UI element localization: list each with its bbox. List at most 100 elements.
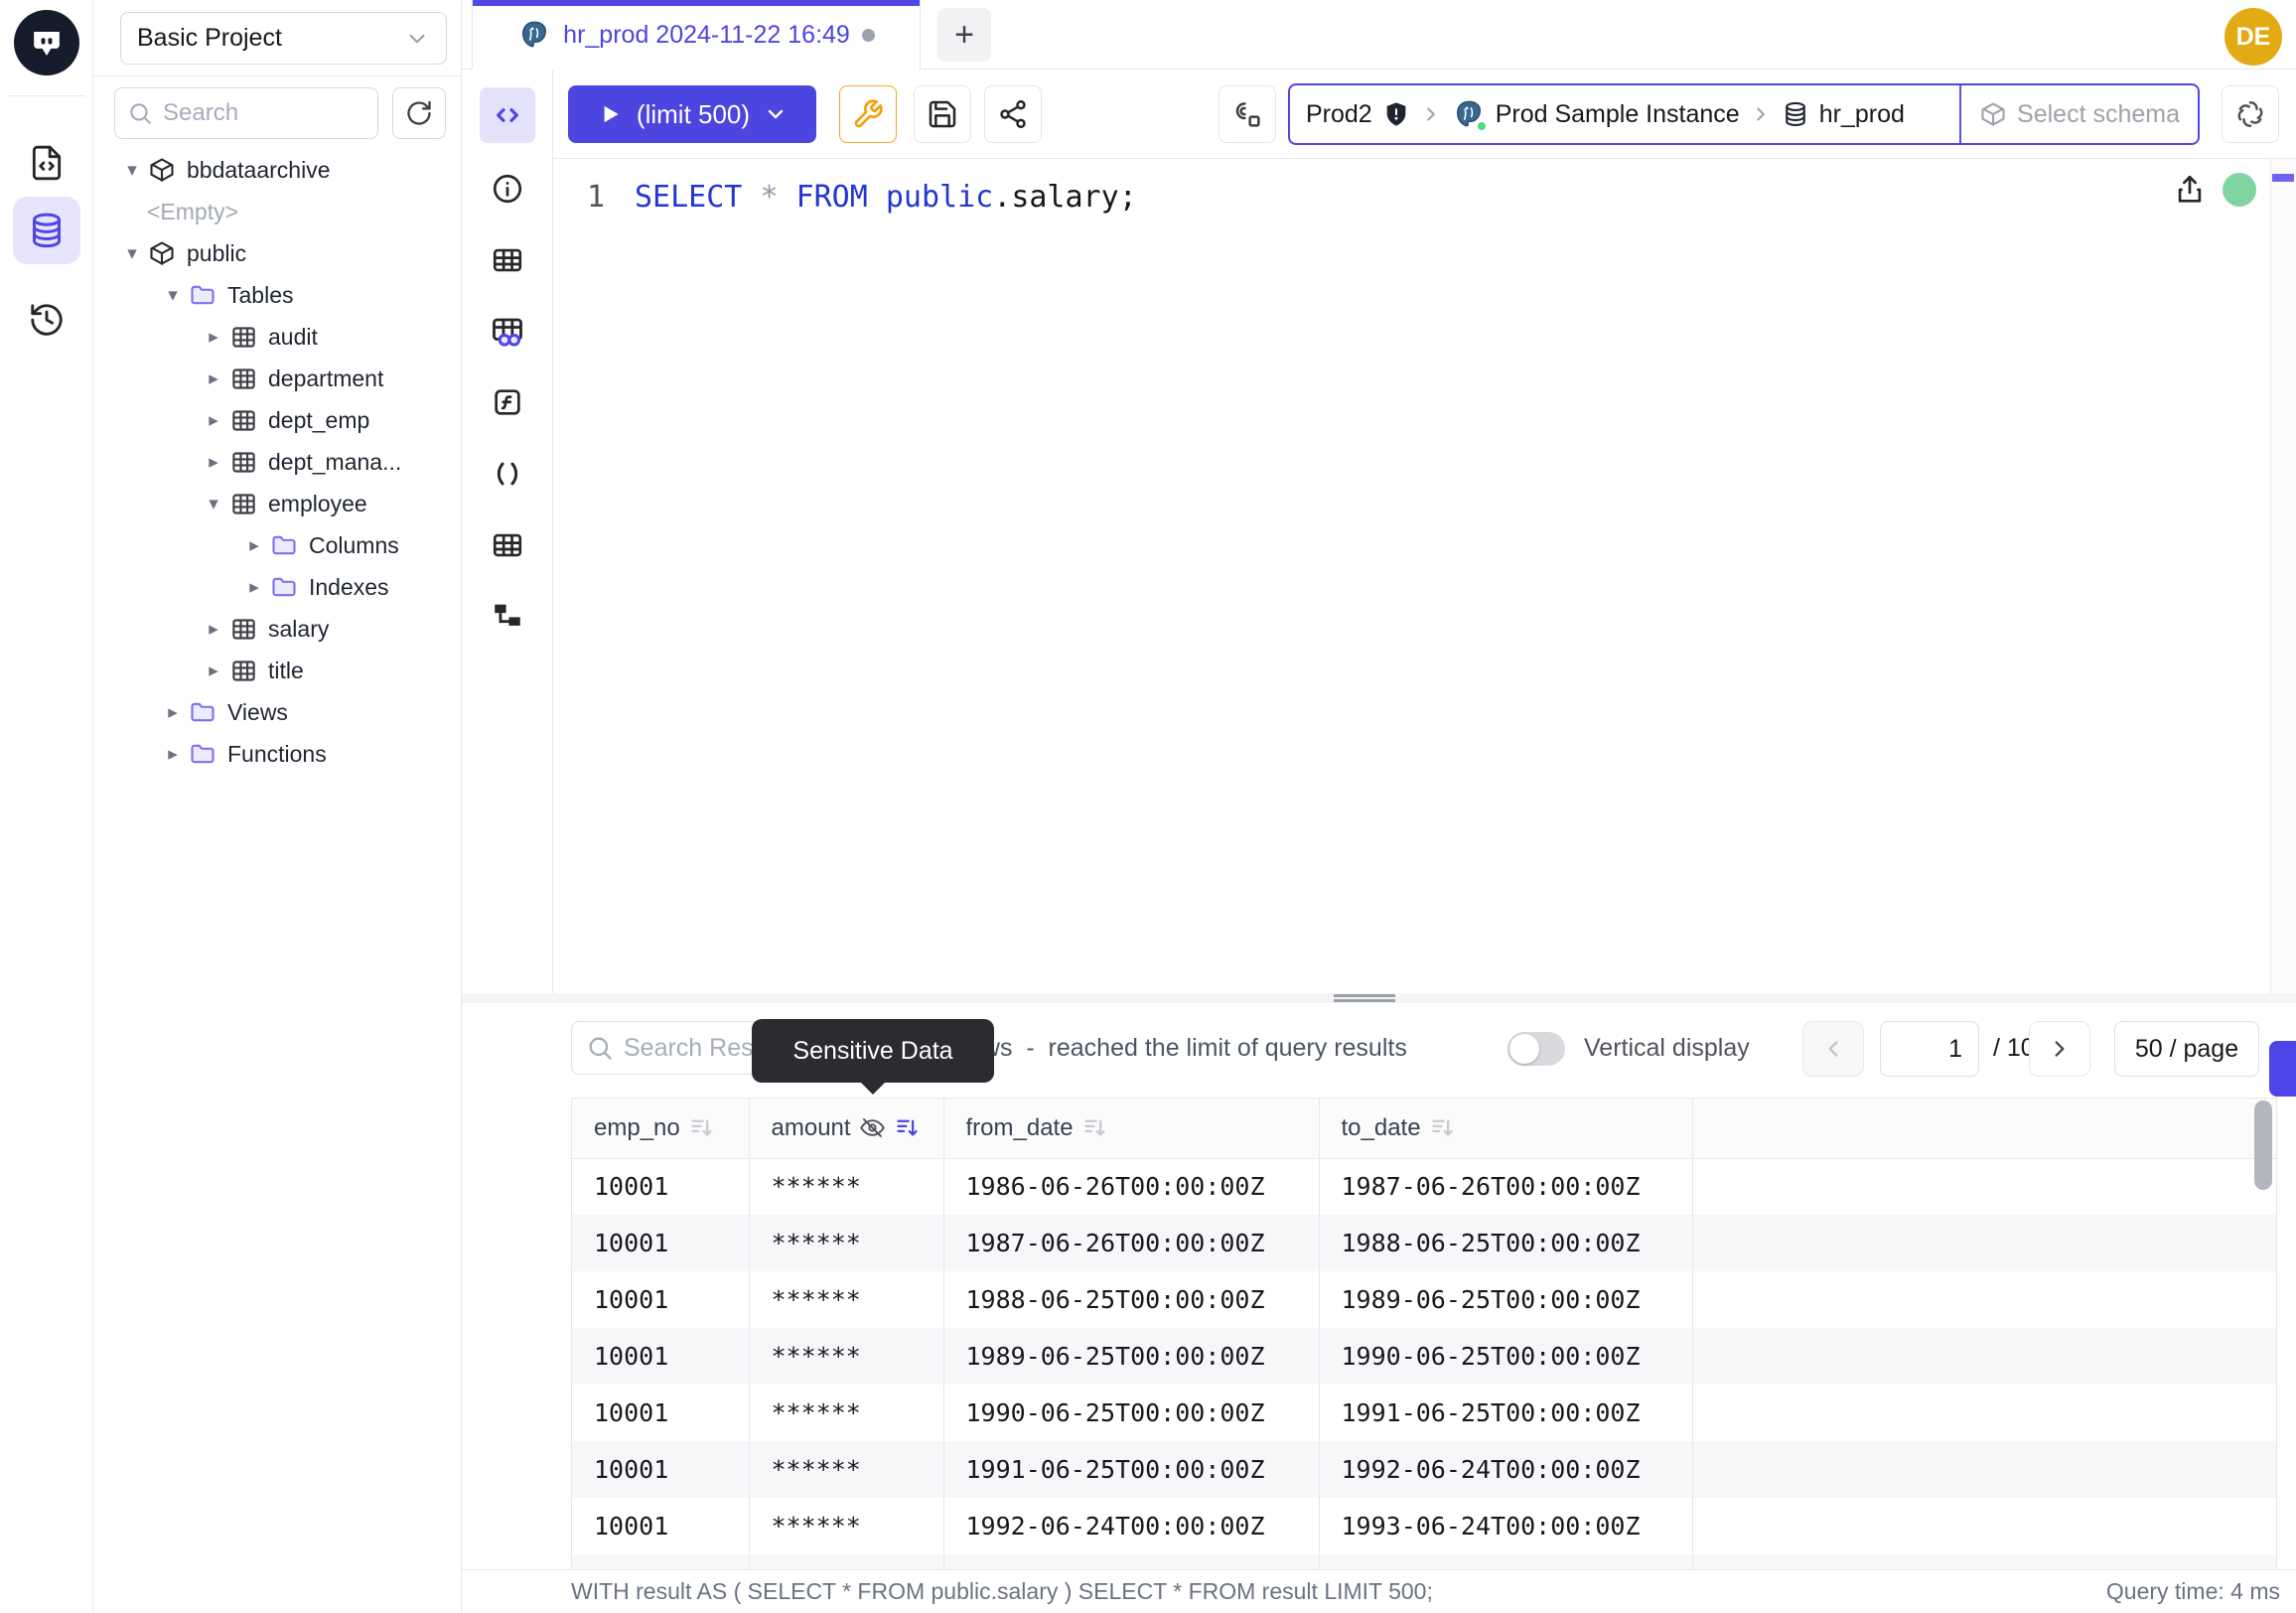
- sidebar-search-input[interactable]: [163, 99, 342, 127]
- vertical-display-toggle[interactable]: [1507, 1032, 1565, 1066]
- tree-item-bbdataarchive[interactable]: ▾bbdataarchive: [93, 149, 462, 191]
- table-cell[interactable]: 1992-06-24T00:00:00Z: [943, 1498, 1319, 1554]
- views-panel-button[interactable]: [462, 525, 553, 565]
- panel-resize-divider[interactable]: [462, 993, 2296, 1003]
- table-cell[interactable]: [1692, 1215, 2276, 1271]
- table-cell[interactable]: 1990-06-25T00:00:00Z: [1319, 1328, 1692, 1385]
- parameters-panel-button[interactable]: [462, 454, 553, 494]
- breadcrumb-database[interactable]: hr_prod: [1819, 100, 1905, 129]
- table-cell[interactable]: 10001: [572, 1385, 749, 1441]
- table-cell[interactable]: ******: [749, 1158, 943, 1215]
- table-cell[interactable]: 1993-06-24T00:00:00Z: [1319, 1498, 1692, 1554]
- sort-icon[interactable]: [1081, 1114, 1108, 1141]
- editor-overview-ruler[interactable]: [2270, 159, 2296, 993]
- table-cell[interactable]: 1991-06-25T00:00:00Z: [1319, 1385, 1692, 1441]
- connection-button[interactable]: [1219, 85, 1276, 143]
- table-cell[interactable]: 1987-06-26T00:00:00Z: [943, 1215, 1319, 1271]
- next-page-button[interactable]: [2029, 1021, 2090, 1077]
- table-cell[interactable]: 10001: [572, 1271, 749, 1328]
- schema-diagram-button[interactable]: [462, 596, 553, 636]
- caret-right-icon[interactable]: ▸: [199, 451, 228, 474]
- refresh-tree-button[interactable]: [392, 87, 446, 139]
- table-cell[interactable]: 1989-06-25T00:00:00Z: [943, 1328, 1319, 1385]
- prev-page-button[interactable]: [1802, 1021, 1864, 1077]
- table-row[interactable]: 10001******1991-06-25T00:00:00Z1992-06-2…: [572, 1441, 2276, 1498]
- tree-item-dept-emp[interactable]: ▸dept_emp: [93, 399, 462, 441]
- table-row[interactable]: 10001******1988-06-25T00:00:00Z1989-06-2…: [572, 1271, 2276, 1328]
- table-cell[interactable]: 10001: [572, 1215, 749, 1271]
- caret-down-icon[interactable]: ▾: [117, 242, 147, 265]
- caret-right-icon[interactable]: ▸: [239, 576, 269, 599]
- breadcrumb-instance[interactable]: Prod Sample Instance: [1496, 100, 1740, 129]
- tree-item-public[interactable]: ▾public: [93, 232, 462, 274]
- column-header-from_date[interactable]: from_date: [943, 1099, 1319, 1158]
- table-cell[interactable]: [1692, 1498, 2276, 1554]
- caret-right-icon[interactable]: ▸: [199, 367, 228, 390]
- table-cell[interactable]: 10001: [572, 1328, 749, 1385]
- table-row[interactable]: 10001******1993-06-24T00:00:00Z1994-06-2…: [572, 1554, 2276, 1569]
- sort-icon[interactable]: [894, 1114, 921, 1141]
- caret-right-icon[interactable]: ▸: [158, 701, 188, 724]
- table-cell[interactable]: 1992-06-24T00:00:00Z: [1319, 1441, 1692, 1498]
- table-row[interactable]: 10001******1992-06-24T00:00:00Z1993-06-2…: [572, 1498, 2276, 1554]
- tree-item-views[interactable]: ▸Views: [93, 691, 462, 733]
- caret-right-icon[interactable]: ▸: [239, 534, 269, 557]
- tree-item-employee[interactable]: ▾employee: [93, 483, 462, 524]
- table-cell[interactable]: 1990-06-25T00:00:00Z: [943, 1385, 1319, 1441]
- caret-right-icon[interactable]: ▸: [158, 743, 188, 766]
- code-area[interactable]: 1SELECT * FROM public.salary;: [553, 175, 2296, 219]
- caret-right-icon[interactable]: ▸: [199, 618, 228, 641]
- table-row[interactable]: 10001******1986-06-26T00:00:00Z1987-06-2…: [572, 1158, 2276, 1215]
- breadcrumb-environment[interactable]: Prod2: [1306, 100, 1372, 129]
- history-nav-button[interactable]: [13, 286, 80, 354]
- table-cell[interactable]: 1991-06-25T00:00:00Z: [943, 1441, 1319, 1498]
- tree-item-tables[interactable]: ▾Tables: [93, 274, 462, 316]
- admin-mode-button[interactable]: [839, 85, 897, 143]
- table-cell[interactable]: ******: [749, 1441, 943, 1498]
- bytebase-logo[interactable]: [14, 10, 79, 75]
- tree-item-indexes[interactable]: ▸Indexes: [93, 566, 462, 608]
- project-select[interactable]: Basic Project: [120, 12, 447, 65]
- table-row[interactable]: 10001******1990-06-25T00:00:00Z1991-06-2…: [572, 1385, 2276, 1441]
- export-button-edge[interactable]: [2269, 1041, 2296, 1097]
- functions-panel-button[interactable]: [462, 382, 553, 422]
- table-cell[interactable]: 10001: [572, 1441, 749, 1498]
- table-cell[interactable]: 10001: [572, 1158, 749, 1215]
- sort-icon[interactable]: [1429, 1114, 1456, 1141]
- table-cell[interactable]: [1692, 1554, 2276, 1569]
- table-row[interactable]: 10001******1987-06-26T00:00:00Z1988-06-2…: [572, 1215, 2276, 1271]
- table-cell[interactable]: 1986-06-26T00:00:00Z: [943, 1158, 1319, 1215]
- database-nav-button[interactable]: [13, 197, 80, 264]
- column-header-to_date[interactable]: to_date: [1319, 1099, 1692, 1158]
- table-cell[interactable]: [1692, 1158, 2276, 1215]
- tree-item-columns[interactable]: ▸Columns: [93, 524, 462, 566]
- sensitive-data-panel-button[interactable]: [462, 312, 553, 352]
- table-cell[interactable]: ******: [749, 1271, 943, 1328]
- table-cell[interactable]: [1692, 1328, 2276, 1385]
- sort-icon[interactable]: [688, 1114, 715, 1141]
- tree-item-salary[interactable]: ▸salary: [93, 608, 462, 650]
- worksheet-nav-button[interactable]: [13, 129, 80, 197]
- tree-item-department[interactable]: ▸department: [93, 358, 462, 399]
- table-cell[interactable]: 1989-06-25T00:00:00Z: [1319, 1271, 1692, 1328]
- save-sheet-button[interactable]: [914, 85, 971, 143]
- run-query-button[interactable]: (limit 500): [568, 85, 816, 143]
- table-cell[interactable]: [1692, 1271, 2276, 1328]
- caret-down-icon[interactable]: ▾: [117, 159, 147, 182]
- table-cell[interactable]: ******: [749, 1385, 943, 1441]
- table-cell[interactable]: 1988-06-25T00:00:00Z: [1319, 1215, 1692, 1271]
- results-scrollbar-thumb[interactable]: [2254, 1100, 2272, 1190]
- table-cell[interactable]: ******: [749, 1554, 943, 1569]
- tree-item-audit[interactable]: ▸audit: [93, 316, 462, 358]
- eye-off-icon[interactable]: [859, 1114, 886, 1141]
- tree-item--empty-[interactable]: <Empty>: [93, 191, 462, 232]
- info-panel-button[interactable]: [462, 169, 553, 209]
- code-line[interactable]: 1SELECT * FROM public.salary;: [553, 175, 2296, 219]
- caret-right-icon[interactable]: ▸: [199, 660, 228, 682]
- new-tab-button[interactable]: +: [937, 8, 991, 62]
- tree-item-dept-mana-[interactable]: ▸dept_mana...: [93, 441, 462, 483]
- code-panel-button[interactable]: [480, 87, 535, 143]
- table-cell[interactable]: 1994-06-24T00:00:00Z: [1319, 1554, 1692, 1569]
- table-cell[interactable]: 1988-06-25T00:00:00Z: [943, 1271, 1319, 1328]
- caret-right-icon[interactable]: ▸: [199, 326, 228, 349]
